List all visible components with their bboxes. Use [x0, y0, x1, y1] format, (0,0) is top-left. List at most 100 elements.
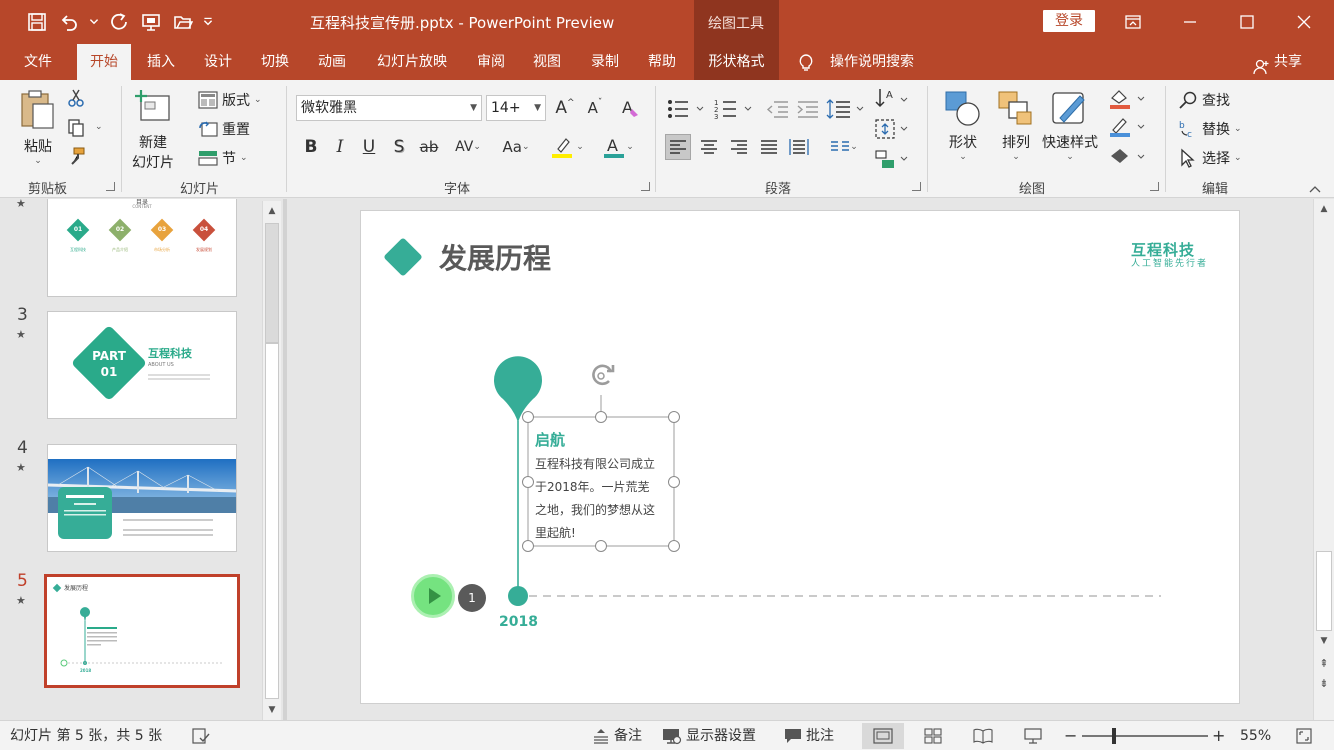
- tab-slideshow[interactable]: 幻灯片放映: [366, 44, 458, 80]
- increase-font-size-icon[interactable]: A ^: [552, 95, 578, 121]
- italic-icon[interactable]: I: [327, 134, 353, 160]
- convert-to-smartart-icon[interactable]: [874, 148, 910, 170]
- section-button[interactable]: 节 ⌄: [198, 148, 248, 168]
- cut-icon[interactable]: [66, 88, 86, 108]
- tab-insert[interactable]: 插入: [136, 44, 186, 80]
- slide-scrollbar[interactable]: ▲ ▼ ⇞ ⇟: [1313, 199, 1334, 720]
- font-size-box[interactable]: 14+ ▼: [486, 95, 546, 121]
- open-folder-icon[interactable]: [170, 9, 196, 35]
- normal-view-button[interactable]: [862, 723, 904, 749]
- clear-formatting-icon[interactable]: A: [618, 95, 644, 121]
- resize-handle[interactable]: [522, 476, 534, 488]
- line-spacing-icon[interactable]: [826, 98, 866, 120]
- share-button[interactable]: 共享: [1252, 44, 1302, 80]
- align-text-icon[interactable]: [874, 118, 910, 140]
- decrease-indent-icon[interactable]: [766, 98, 790, 120]
- tab-review[interactable]: 审阅: [466, 44, 516, 80]
- tab-help[interactable]: 帮助: [637, 44, 687, 80]
- columns-icon[interactable]: ⌄: [824, 134, 864, 160]
- drawing-launcher-icon[interactable]: [1150, 182, 1159, 191]
- character-spacing-icon[interactable]: AV ⌄: [448, 134, 488, 160]
- fit-to-window-icon[interactable]: [1296, 728, 1312, 744]
- zoom-slider-track[interactable]: [1082, 735, 1208, 737]
- collapse-ribbon-icon[interactable]: [1308, 184, 1322, 194]
- align-right-icon[interactable]: [726, 134, 752, 160]
- numbering-icon[interactable]: 123: [714, 98, 754, 120]
- play-animation-button[interactable]: [411, 574, 455, 618]
- shape-outline-icon[interactable]: [1108, 116, 1148, 138]
- slide-sorter-view-button[interactable]: [912, 723, 954, 749]
- paste-button[interactable]: 粘贴 ⌄: [18, 88, 58, 166]
- display-settings-button[interactable]: 显示器设置: [662, 721, 756, 750]
- distributed-icon[interactable]: [786, 134, 812, 160]
- slide-thumbnail-4[interactable]: [47, 444, 237, 552]
- resize-handle[interactable]: [668, 411, 680, 423]
- close-icon[interactable]: [1290, 8, 1318, 36]
- font-launcher-icon[interactable]: [641, 182, 650, 191]
- select-button[interactable]: 选择 ⌄: [1178, 148, 1242, 168]
- tab-shape-format[interactable]: 形状格式: [694, 44, 779, 80]
- slide-thumbnail-3[interactable]: PART 01 互程科技 ABOUT US: [47, 311, 237, 419]
- shape-effects-icon[interactable]: [1108, 146, 1148, 168]
- font-color-icon[interactable]: A ⌄: [598, 134, 638, 160]
- font-name-box[interactable]: 微软雅黑 ▼: [296, 95, 482, 121]
- previous-slide-icon[interactable]: ⇞: [1314, 655, 1334, 671]
- milestone-year[interactable]: 2018: [499, 614, 538, 630]
- thumbnail-scroll-thumb[interactable]: [265, 343, 279, 699]
- replace-button[interactable]: bc 替换 ⌄: [1178, 119, 1242, 139]
- milestone-description[interactable]: 互程科技有限公司成立 于2018年。一片荒芜 之地，我们的梦想从这 里起航!: [535, 453, 655, 545]
- zoom-out-button[interactable]: −: [1064, 721, 1077, 750]
- reading-view-button[interactable]: [962, 723, 1004, 749]
- lightbulb-icon[interactable]: [796, 53, 816, 73]
- reset-button[interactable]: 重置: [198, 119, 250, 139]
- customize-qat-icon[interactable]: [202, 9, 214, 35]
- decrease-font-size-icon[interactable]: Aˇ: [582, 95, 608, 121]
- notes-button[interactable]: 备注: [592, 721, 642, 750]
- rotation-handle-icon[interactable]: [587, 361, 619, 391]
- resize-handle[interactable]: [668, 540, 680, 552]
- minimize-icon[interactable]: [1176, 8, 1204, 36]
- ribbon-display-options-icon[interactable]: [1119, 8, 1147, 36]
- tab-animations[interactable]: 动画: [307, 44, 357, 80]
- arrange-button[interactable]: 排列 ⌄: [997, 90, 1035, 162]
- resize-handle[interactable]: [595, 411, 607, 423]
- resize-handle[interactable]: [522, 540, 534, 552]
- tab-view[interactable]: 视图: [522, 44, 572, 80]
- save-icon[interactable]: [24, 9, 50, 35]
- tab-transitions[interactable]: 切换: [250, 44, 300, 80]
- scroll-down-icon[interactable]: ▼: [263, 702, 281, 718]
- justify-icon[interactable]: [756, 134, 782, 160]
- align-left-icon[interactable]: [665, 134, 691, 160]
- bullets-icon[interactable]: [666, 98, 706, 120]
- change-case-icon[interactable]: Aa ⌄: [496, 134, 536, 160]
- strikethrough-icon[interactable]: ab: [416, 134, 442, 160]
- format-painter-icon[interactable]: [66, 146, 86, 166]
- layout-button[interactable]: 版式 ⌄: [198, 90, 262, 110]
- redo-icon[interactable]: [106, 9, 132, 35]
- slide-scroll-thumb[interactable]: [1316, 551, 1332, 631]
- zoom-in-button[interactable]: +: [1212, 721, 1225, 750]
- zoom-percent[interactable]: 55%: [1240, 721, 1271, 750]
- text-direction-icon[interactable]: A: [874, 86, 910, 112]
- login-button[interactable]: 登录: [1043, 10, 1095, 32]
- milestone-title[interactable]: 启航: [535, 429, 565, 450]
- thumbnail-scrollbar[interactable]: ▲ ▼: [262, 201, 281, 720]
- next-slide-icon[interactable]: ⇟: [1314, 675, 1334, 691]
- increase-indent-icon[interactable]: [796, 98, 820, 120]
- slideshow-view-button[interactable]: [1012, 723, 1054, 749]
- shapes-button[interactable]: 形状 ⌄: [944, 90, 982, 162]
- zoom-slider-thumb[interactable]: [1111, 728, 1116, 744]
- maximize-icon[interactable]: [1233, 8, 1261, 36]
- tab-file[interactable]: 文件: [10, 44, 66, 80]
- bold-icon[interactable]: B: [298, 134, 324, 160]
- slide-thumbnail-2[interactable]: 目录 CONTENT 01 互程科技 02 产品介绍 03 市场分析 04 发展…: [47, 199, 237, 297]
- new-slide-button[interactable]: 新建 幻灯片: [132, 88, 174, 172]
- animation-order-badge[interactable]: 1: [458, 584, 486, 612]
- accessibility-check-icon[interactable]: [192, 728, 210, 744]
- tab-record[interactable]: 录制: [580, 44, 630, 80]
- find-button[interactable]: 查找: [1178, 90, 1230, 110]
- text-shadow-icon[interactable]: S: [386, 134, 412, 160]
- quick-styles-button[interactable]: 快速样式 ⌄: [1042, 90, 1098, 162]
- present-icon[interactable]: [138, 9, 164, 35]
- scroll-down-icon[interactable]: ▼: [1314, 633, 1334, 649]
